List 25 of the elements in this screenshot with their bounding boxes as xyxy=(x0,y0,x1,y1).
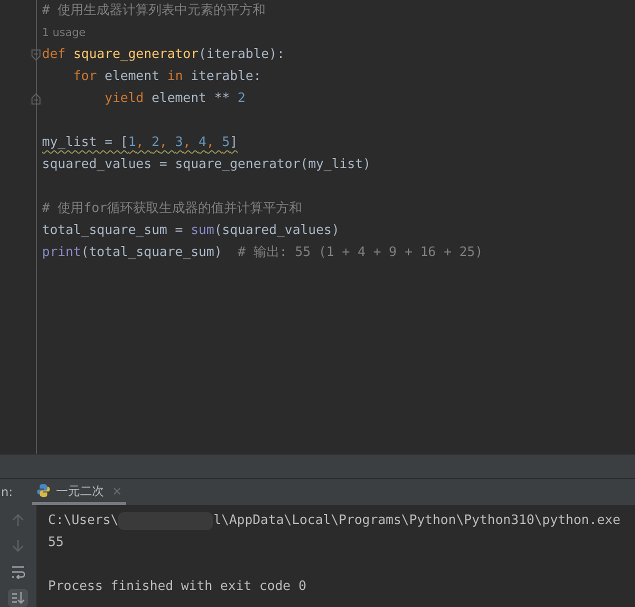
soft-wrap-icon xyxy=(11,565,25,579)
toolbar-button[interactable] xyxy=(8,589,28,607)
scroll-to-end-icon xyxy=(11,591,25,605)
panel-label: n: xyxy=(0,484,14,502)
down-arrow-icon xyxy=(12,539,24,553)
fold-icon[interactable] xyxy=(31,49,41,61)
fold-icon[interactable] xyxy=(31,93,41,105)
up-arrow-icon xyxy=(12,513,24,527)
code-line: yield element ** 2 xyxy=(104,90,246,108)
tab-label: 一元二次 xyxy=(56,482,104,500)
code-line: # 使用for循环获取生成器的值并计算平方和 xyxy=(42,200,302,218)
code-line: # 使用生成器计算列表中元素的平方和 xyxy=(42,2,266,20)
close-tab-button[interactable]: × xyxy=(112,482,122,500)
code-line: squared_values = square_generator(my_list) xyxy=(42,156,371,174)
code-line: def square_generator(iterable): xyxy=(42,46,285,64)
code-line: print(total_square_sum) # 输出: 55 (1 + 4 + 9 + 16 + 25) xyxy=(42,244,483,262)
console-line: C:\Users\ xyxy=(48,512,118,530)
code-line: total_square_sum = sum(squared_values) xyxy=(42,222,340,240)
console-line: Process finished with exit code 0 xyxy=(48,578,306,596)
code-line: for element in iterable: xyxy=(72,68,262,86)
code-line: my_list = [1, 2, 3, 4, 5] xyxy=(42,134,238,152)
console-line: 55 xyxy=(48,534,64,552)
usage-hint[interactable]: 1 usage xyxy=(42,24,86,42)
console-line: l\AppData\Local\Programs\Python\Python310\python.exe xyxy=(213,512,620,530)
python-icon xyxy=(36,483,51,498)
